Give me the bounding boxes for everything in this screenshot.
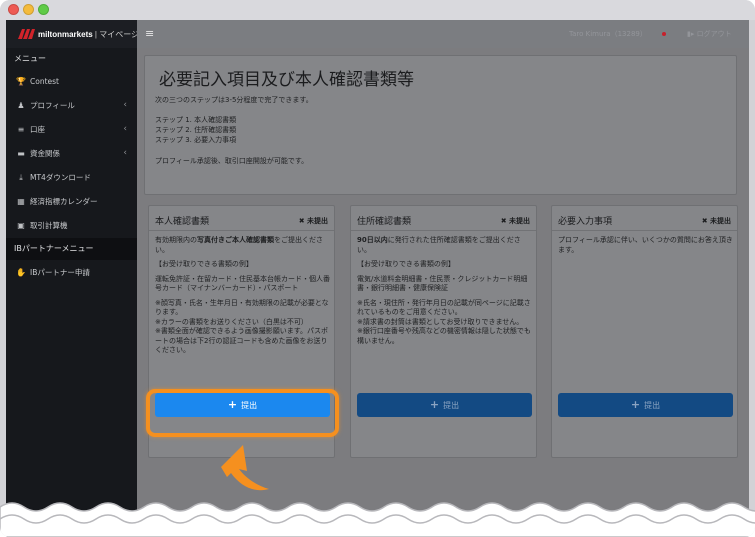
card-paragraph: ※顔写真・氏名・生年月日・有効期限の記載が必要となります。 ※カラーの書類をお送… — [155, 298, 329, 355]
status-badge: ✖ 未提出 — [701, 217, 731, 225]
card-title: 住所確認書類 — [357, 217, 412, 227]
card-body: 90日以内に発行された住所確認書類をご提出ください。 【お受け取りできる書類の例… — [357, 236, 533, 351]
sidebar-item-account[interactable]: ≡ 口座 ‹ — [6, 118, 137, 142]
list-icon: ≡ — [17, 125, 25, 134]
sidebar-item-profile[interactable]: ♟ プロフィール ‹ — [6, 94, 137, 118]
card-address-document: 住所確認書類 ✖ 未提出 90日以内に発行された住所確認書類をご提出ください。 … — [350, 205, 537, 458]
highlight-frame — [146, 389, 339, 437]
card-title: 必要入力事項 — [558, 217, 613, 227]
sidebar: miltonmarkets | マイページ メニュー 🏆 Contest ♟ プ… — [6, 20, 140, 537]
card-paragraph: 有効期限内の写真付きご本人確認書類をご提出ください。 — [155, 236, 323, 254]
browser-window: miltonmarkets | マイページ メニュー 🏆 Contest ♟ プ… — [0, 0, 755, 537]
card-paragraph: 運転免許証・在留カード・住民基本台帳カード・個人番号カード（マイナンバーカード）… — [155, 274, 330, 293]
divider — [149, 230, 334, 231]
step-1: ステップ 1. 本人確認書類 — [155, 116, 237, 124]
step-3: ステップ 3. 必要入力事項 — [155, 136, 237, 144]
plus-icon: + — [630, 398, 641, 411]
intro-panel: 必要記入項目及び本人確認書類等 次の三つのステップは3-5分程度で完了できます。… — [144, 55, 737, 195]
logout-link[interactable]: ▮▸ ログアウト — [687, 29, 732, 39]
status-badge: ✖ 未提出 — [298, 217, 328, 225]
page-title: 必要記入項目及び本人確認書類等 — [159, 70, 414, 90]
top-navbar: ≡ Taro Kimura（13289） ▮▸ ログアウト — [137, 20, 749, 48]
divider — [351, 230, 536, 231]
card-title: 本人確認書類 — [155, 217, 210, 227]
card-body: 有効期限内の写真付きご本人確認書類をご提出ください。 【お受け取りできる書類の例… — [155, 236, 331, 361]
chevron-left-icon: ‹ — [123, 124, 127, 134]
handshake-icon: ✋ — [16, 268, 26, 277]
menu-header: メニュー — [14, 54, 46, 63]
plus-icon: + — [429, 398, 440, 411]
intro-note: プロフィール承認後、取引口座開設が可能です。 — [155, 157, 309, 165]
download-icon: ⤓ — [19, 173, 23, 182]
card-required-input: 必要入力事項 ✖ 未提出 プロフィール承認に伴い、いくつかの質問にお答え頂きます… — [551, 205, 738, 458]
card-paragraph: 電気/水道料金明細書・住民票・クレジットカード明細書・銀行明細書・健康保険証 — [357, 274, 528, 293]
menu-toggle-icon[interactable]: ≡ — [145, 28, 154, 40]
sidebar-item-ib-application[interactable]: ✋ IBパートナー申請 — [6, 261, 137, 285]
sidebar-item-mt4-download[interactable]: ⤓ MT4ダウンロード — [6, 166, 137, 190]
card-paragraph: ※氏名・現住所・発行年月日の記載が同ページに記載されているものをご用意ください。… — [357, 298, 531, 345]
intro-lead: 次の三つのステップは3-5分程度で完了できます。 — [155, 96, 313, 104]
divider — [552, 230, 737, 231]
sidebar-item-calculator[interactable]: ▣ 取引計算機 — [6, 214, 137, 238]
language-flag-icon[interactable] — [662, 32, 666, 36]
card-paragraph: プロフィール承認に伴い、いくつかの質問にお答え頂きます。 — [558, 236, 733, 254]
card-paragraph: 【お受け取りできる書類の例】 — [357, 260, 455, 268]
sidebar-item-funds[interactable]: ▬ 資金関係 ‹ — [6, 142, 137, 166]
close-window-button[interactable] — [8, 4, 19, 15]
ib-menu-header: IBパートナーメニュー — [6, 238, 137, 260]
user-name[interactable]: Taro Kimura（13289） — [569, 29, 647, 39]
minimize-window-button[interactable] — [23, 4, 34, 15]
brand-header[interactable]: miltonmarkets | マイページ — [6, 20, 140, 48]
logout-icon: ▮▸ — [687, 30, 697, 38]
money-icon: ▬ — [17, 149, 25, 158]
calculator-icon: ▣ — [17, 221, 25, 230]
user-icon: ♟ — [17, 101, 25, 110]
calendar-icon: ▦ — [17, 197, 25, 206]
milton-logo-icon — [18, 29, 35, 39]
card-body: プロフィール承認に伴い、いくつかの質問にお答え頂きます。 — [558, 236, 734, 260]
pointer-arrow-icon — [221, 445, 269, 491]
trophy-icon: 🏆 — [16, 77, 26, 86]
submit-button[interactable]: + 提出 — [357, 393, 532, 417]
torn-edge-decoration — [0, 502, 755, 537]
chevron-left-icon: ‹ — [123, 100, 127, 110]
card-paragraph: 90日以内に発行された住所確認書類をご提出ください。 — [357, 236, 521, 254]
maximize-window-button[interactable] — [38, 4, 49, 15]
chevron-left-icon: ‹ — [123, 148, 127, 158]
app-viewport: miltonmarkets | マイページ メニュー 🏆 Contest ♟ プ… — [6, 20, 749, 537]
card-paragraph: 【お受け取りできる書類の例】 — [155, 260, 253, 268]
brand-name: miltonmarkets | マイページ — [38, 30, 140, 39]
submit-button[interactable]: + 提出 — [558, 393, 733, 417]
sidebar-item-contest[interactable]: 🏆 Contest — [6, 70, 137, 94]
sidebar-item-economic-calendar[interactable]: ▦ 経済指標カレンダー — [6, 190, 137, 214]
status-badge: ✖ 未提出 — [500, 217, 530, 225]
window-titlebar — [0, 0, 755, 20]
step-2: ステップ 2. 住所確認書類 — [155, 126, 237, 134]
